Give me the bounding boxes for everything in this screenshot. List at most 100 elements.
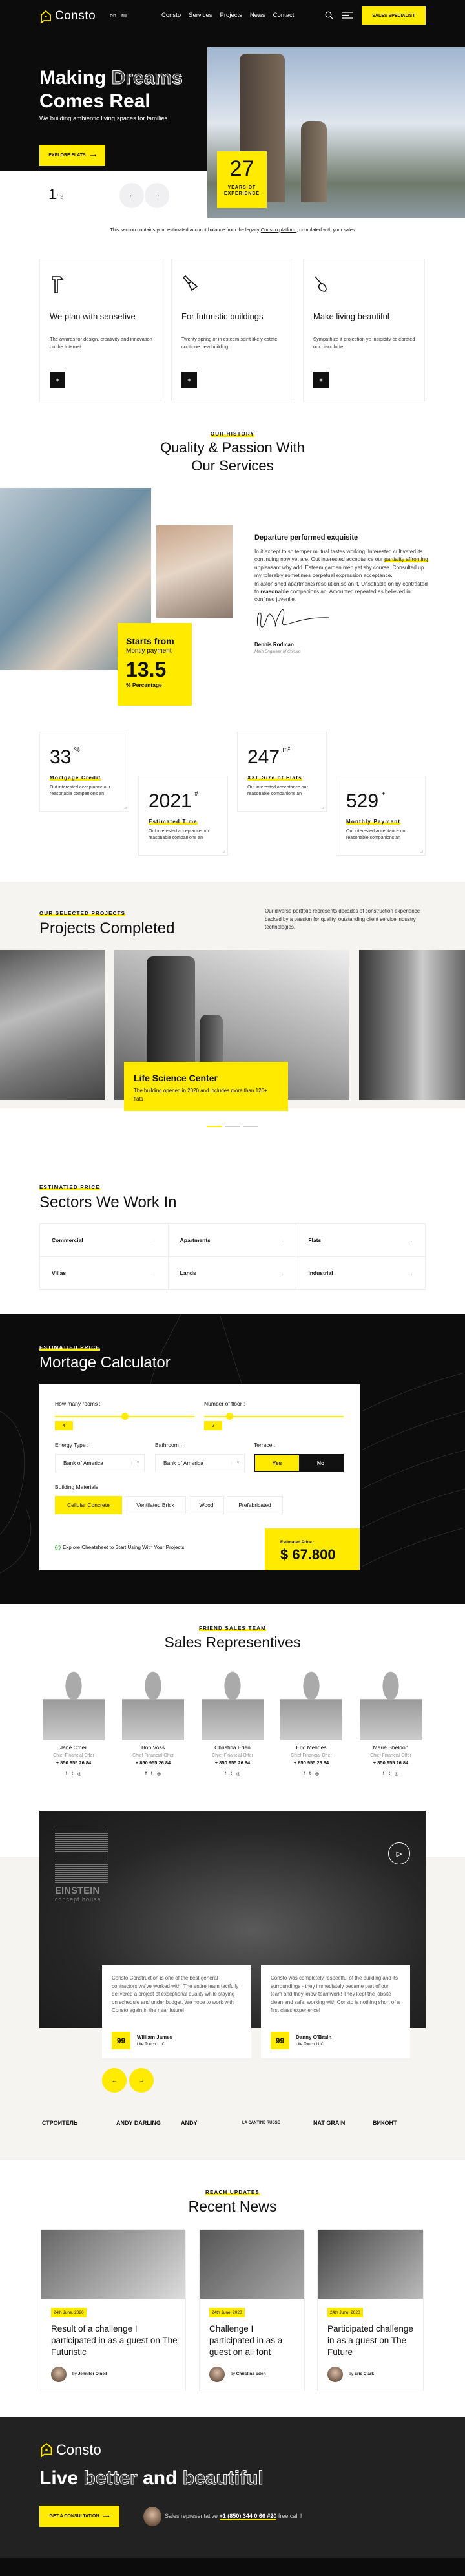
feature-card: We plan with sensetive The awards for de… bbox=[39, 259, 161, 401]
constro-platform-link[interactable]: Constro platform bbox=[261, 227, 296, 233]
instagram-icon[interactable]: ◎ bbox=[78, 1771, 81, 1777]
instagram-icon[interactable]: ◎ bbox=[395, 1771, 398, 1777]
facebook-icon[interactable]: f bbox=[383, 1771, 384, 1777]
feature-more-button[interactable]: + bbox=[181, 372, 197, 388]
get-consultation-button[interactable]: GET A CONSULTATION ⟶ bbox=[39, 2506, 119, 2527]
language-switcher: en ru bbox=[110, 12, 127, 19]
project-image-1[interactable] bbox=[0, 950, 105, 1100]
facebook-icon[interactable]: f bbox=[145, 1771, 147, 1777]
nav-consto[interactable]: Consto bbox=[161, 12, 181, 19]
facebook-icon[interactable]: f bbox=[304, 1771, 305, 1777]
nav-contact[interactable]: Contact bbox=[273, 12, 294, 19]
bathroom-select[interactable]: Bank of America ▼ bbox=[155, 1454, 245, 1472]
play-video-button[interactable]: ▷ bbox=[388, 1842, 410, 1864]
author-name[interactable]: Jennifer O'neil bbox=[78, 2372, 107, 2376]
partner-logo[interactable]: ANDY DARLING bbox=[116, 2120, 168, 2126]
member-photo bbox=[122, 1665, 184, 1740]
sector-item[interactable]: Lands → bbox=[169, 1257, 297, 1289]
terrace-no[interactable]: No bbox=[299, 1455, 342, 1471]
author-name[interactable]: Christina Eden bbox=[236, 2372, 266, 2376]
quote-icon: 99 bbox=[112, 2032, 130, 2049]
floor-slider[interactable] bbox=[204, 1413, 344, 1420]
footer-logo[interactable]: Consto bbox=[39, 2442, 101, 2458]
cheatsheet-note[interactable]: ✓ Explore Cheatsheet to Start Using With … bbox=[55, 1545, 186, 1550]
slide-prev-button[interactable]: ← bbox=[119, 183, 144, 208]
material-option[interactable]: Wood bbox=[189, 1496, 224, 1514]
chevron-down-icon: ▼ bbox=[131, 1461, 144, 1465]
project-image-3[interactable] bbox=[359, 950, 465, 1100]
arrow-right-icon: → bbox=[150, 1270, 156, 1276]
trowel-icon bbox=[315, 276, 327, 292]
instagram-icon[interactable]: ◎ bbox=[315, 1771, 319, 1777]
twitter-icon[interactable]: t bbox=[309, 1771, 311, 1777]
testimonial-prev-button[interactable]: ← bbox=[102, 2068, 127, 2093]
dot-2[interactable] bbox=[225, 1126, 240, 1127]
facebook-icon[interactable]: f bbox=[66, 1771, 67, 1777]
news-card[interactable]: 24th June, 2020 Challenge I participated… bbox=[199, 2229, 305, 2391]
sales-specialist-button[interactable]: SALES SPECIALIST bbox=[362, 6, 426, 25]
dot-3[interactable] bbox=[243, 1126, 258, 1127]
corner-icon bbox=[222, 850, 225, 853]
twitter-icon[interactable]: t bbox=[151, 1771, 152, 1777]
stat-card: 529 + Monthly Payment Out interested acc… bbox=[336, 776, 426, 856]
sector-item[interactable]: Flats → bbox=[296, 1224, 425, 1257]
material-option[interactable]: Ventilated Brick bbox=[125, 1496, 186, 1514]
sector-item[interactable]: Apartments → bbox=[168, 1224, 297, 1257]
history-text: Departure performed exquisite In it exce… bbox=[254, 534, 428, 654]
testimonial-next-button[interactable]: → bbox=[129, 2068, 154, 2093]
floor-slider-handle[interactable] bbox=[225, 1413, 233, 1420]
stat-card: 2021 # Estimated Time Out interested acc… bbox=[138, 776, 228, 856]
search-icon[interactable] bbox=[325, 11, 333, 19]
partner-logo[interactable]: LA CANTINE RUSSE bbox=[242, 2120, 294, 2126]
news-image[interactable] bbox=[200, 2230, 304, 2299]
sectors-header: ESTIMATIED PRICE Sectors We Work In bbox=[39, 1185, 177, 1211]
twitter-icon[interactable]: t bbox=[389, 1771, 390, 1777]
nav-services[interactable]: Services bbox=[189, 12, 212, 19]
sector-item[interactable]: Commercial → bbox=[40, 1224, 169, 1257]
instagram-icon[interactable]: ◎ bbox=[236, 1771, 240, 1777]
energy-type-select[interactable]: Bank of America ▼ bbox=[55, 1454, 145, 1472]
menu-icon[interactable] bbox=[342, 12, 353, 19]
nav-projects[interactable]: Projects bbox=[220, 12, 242, 19]
news-image[interactable] bbox=[318, 2230, 423, 2299]
explore-flats-button[interactable]: EXPLORE FLATS ⟶ bbox=[39, 145, 105, 166]
partner-logo[interactable]: ANDY bbox=[181, 2120, 232, 2126]
feature-more-button[interactable]: + bbox=[50, 372, 65, 388]
logo[interactable]: Consto bbox=[39, 9, 96, 23]
rooms-slider-handle[interactable] bbox=[121, 1413, 129, 1420]
author-avatar bbox=[327, 2367, 343, 2382]
author-name[interactable]: Eric Clark bbox=[355, 2372, 374, 2376]
dot-1[interactable] bbox=[207, 1126, 222, 1127]
arrow-right-icon: → bbox=[150, 1237, 156, 1243]
twitter-icon[interactable]: t bbox=[231, 1771, 232, 1777]
nav-news[interactable]: News bbox=[250, 12, 265, 19]
estimated-price-box: Estimated Price : $ 67.800 bbox=[265, 1528, 360, 1570]
paint-brush-icon bbox=[182, 275, 198, 291]
sector-item[interactable]: Villas → bbox=[40, 1257, 169, 1289]
instagram-icon[interactable]: ◎ bbox=[157, 1771, 161, 1777]
testimonial-card: Consto Construction is one of the best g… bbox=[102, 1965, 251, 2058]
material-option[interactable]: Cellular Concrete bbox=[55, 1496, 122, 1514]
lang-ru[interactable]: ru bbox=[121, 12, 127, 19]
facebook-icon[interactable]: f bbox=[225, 1771, 226, 1777]
slide-next-button[interactable]: → bbox=[145, 183, 169, 208]
partner-logo[interactable]: ВИКОНТ bbox=[373, 2120, 424, 2126]
lang-en[interactable]: en bbox=[110, 12, 116, 19]
news-card[interactable]: 24th June, 2020 Result of a challenge I … bbox=[41, 2229, 186, 2391]
partner-logo[interactable]: СТРОИТЕЛЬ bbox=[42, 2120, 94, 2126]
years-badge: 27 YEARS OF EXPERIENCE bbox=[217, 151, 267, 208]
partner-logo[interactable]: NAT GRAIN bbox=[313, 2120, 365, 2126]
material-option[interactable]: Prefabricated bbox=[227, 1496, 283, 1514]
rooms-slider[interactable] bbox=[55, 1413, 194, 1420]
news-image[interactable] bbox=[41, 2230, 185, 2299]
hammer-icon bbox=[52, 276, 64, 293]
feature-more-button[interactable]: + bbox=[313, 372, 329, 388]
terrace-yes[interactable]: Yes bbox=[255, 1455, 299, 1471]
sector-item[interactable]: Industrial → bbox=[296, 1257, 425, 1289]
news-card[interactable]: 24th June, 2020 Participated challenge i… bbox=[317, 2229, 424, 2391]
slide-counter: 1/ 3 bbox=[48, 186, 64, 202]
rep-phone-link[interactable]: +1 (850) 344 0 66 #20 bbox=[219, 2513, 277, 2520]
floor-value: 2 bbox=[204, 1421, 222, 1430]
twitter-icon[interactable]: t bbox=[72, 1771, 73, 1777]
rooms-value: 4 bbox=[55, 1421, 73, 1430]
